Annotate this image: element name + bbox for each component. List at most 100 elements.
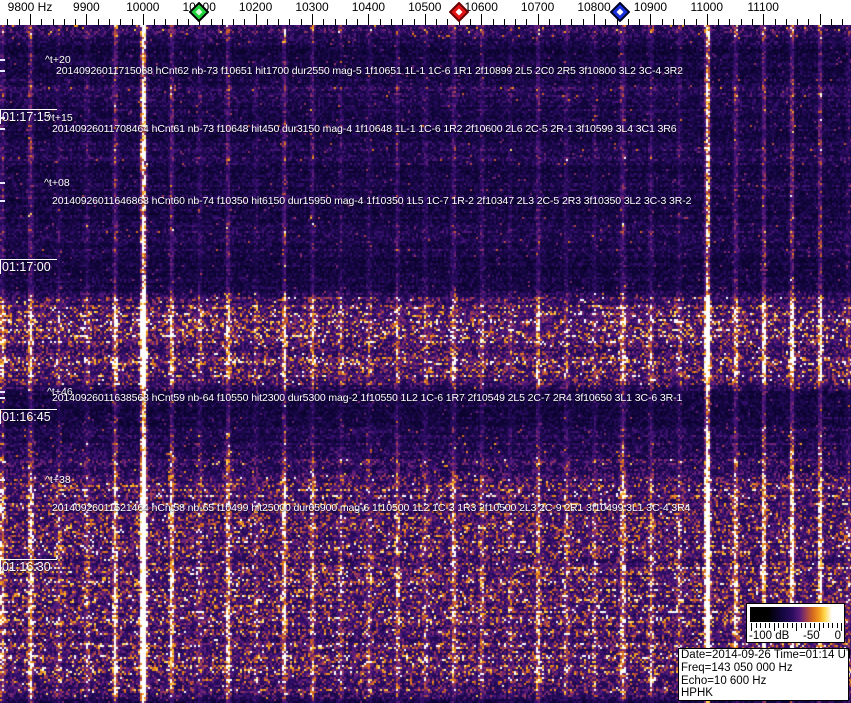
freq-minor-tick xyxy=(52,19,54,25)
freq-axis-label: 10000 xyxy=(126,0,160,14)
freq-major-tick xyxy=(706,14,708,25)
freq-minor-tick xyxy=(842,19,844,25)
db-tick xyxy=(760,623,761,628)
time-label: 01:17:00 xyxy=(2,260,51,274)
freq-minor-tick xyxy=(695,19,697,25)
freq-minor-tick xyxy=(266,19,268,25)
freq-minor-tick xyxy=(154,19,156,25)
freq-minor-tick xyxy=(503,19,505,25)
freq-minor-tick xyxy=(560,19,562,25)
db-tick xyxy=(791,623,793,628)
freq-axis-label: 10800 xyxy=(577,0,611,14)
time-tick-bracket xyxy=(0,259,1,274)
annotation-edge-mark xyxy=(0,182,5,184)
freq-minor-tick xyxy=(221,19,223,25)
freq-axis-label: 11000 xyxy=(690,0,724,14)
freq-minor-tick xyxy=(379,19,381,25)
freq-axis-label: 10500 xyxy=(408,0,442,14)
freq-major-tick xyxy=(481,14,483,25)
db-tick xyxy=(796,623,797,631)
info-frequency: Freq=143 050 000 Hz xyxy=(681,661,793,674)
freq-minor-tick xyxy=(402,19,404,25)
blue-marker[interactable] xyxy=(609,1,631,27)
time-tick-bracket xyxy=(0,409,1,424)
db-tick xyxy=(769,623,770,628)
time-label: 01:17:15 xyxy=(2,110,51,124)
db-tick xyxy=(841,623,842,631)
freq-axis-label: 10900 xyxy=(633,0,668,14)
db-label-min: -100 dB xyxy=(749,630,790,642)
freq-major-tick xyxy=(86,14,88,25)
freq-minor-tick xyxy=(244,19,246,25)
freq-minor-tick xyxy=(345,19,347,25)
freq-minor-tick xyxy=(740,19,742,25)
freq-minor-tick xyxy=(729,19,731,25)
annotation-text: 20140926011521464 hCnt58 nb-65 f10499 hi… xyxy=(52,502,691,514)
freq-minor-tick xyxy=(75,19,77,25)
freq-minor-tick xyxy=(515,19,516,25)
green-marker-diamond-icon xyxy=(188,1,210,23)
db-tick xyxy=(827,623,829,628)
freq-minor-tick xyxy=(830,19,832,25)
green-marker[interactable] xyxy=(188,1,210,27)
freq-minor-tick xyxy=(718,19,720,25)
freq-major-tick xyxy=(819,14,821,25)
db-color-scale: -100 dB -50 0 xyxy=(746,603,845,643)
freq-major-tick xyxy=(650,14,652,25)
db-tick xyxy=(832,623,833,628)
info-box: Date=2014-09-26 Time=01:14 UTC Freq=143 … xyxy=(678,648,851,701)
freq-minor-tick xyxy=(797,19,798,25)
freq-major-tick xyxy=(537,14,539,25)
db-tick xyxy=(836,623,838,628)
freq-major-tick xyxy=(142,14,144,25)
color-gradient-bar xyxy=(750,607,841,622)
freq-minor-tick xyxy=(210,19,212,25)
info-date-time: Date=2014-09-26 Time=01:14 UTC xyxy=(681,649,851,661)
annotation-caret: ^t+38 xyxy=(45,474,71,486)
freq-minor-tick xyxy=(548,19,550,25)
info-station: HPHK xyxy=(681,687,713,700)
freq-minor-tick xyxy=(774,19,776,25)
annotation-edge-mark xyxy=(0,391,5,393)
freq-major-tick xyxy=(255,14,257,25)
annotation-edge-mark xyxy=(0,117,5,119)
spectrogram-app-window: 9800 Hz990010000101001020010300104001050… xyxy=(0,0,851,703)
time-label: 01:16:45 xyxy=(2,410,51,424)
db-tick xyxy=(809,623,811,628)
time-tick-bracket xyxy=(0,559,1,574)
red-marker-diamond-icon xyxy=(448,1,470,23)
freq-minor-tick xyxy=(469,19,471,25)
freq-minor-tick xyxy=(571,19,573,25)
freq-minor-tick xyxy=(492,19,494,25)
freq-minor-tick xyxy=(97,19,99,25)
freq-minor-tick xyxy=(391,19,392,25)
db-tick xyxy=(782,623,784,628)
annotation-edge-mark xyxy=(0,200,5,202)
annotation-edge-mark xyxy=(0,397,5,399)
freq-minor-tick xyxy=(582,19,584,25)
freq-minor-tick xyxy=(300,19,302,25)
freq-axis-label: 10700 xyxy=(520,0,555,14)
annotation-edge-mark xyxy=(0,70,5,72)
freq-major-tick xyxy=(594,14,595,25)
red-marker[interactable] xyxy=(448,1,470,27)
freq-minor-tick xyxy=(673,19,674,25)
freq-axis-label: 11100 xyxy=(747,0,779,14)
freq-minor-tick xyxy=(41,19,43,25)
freq-major-tick xyxy=(312,14,313,25)
freq-axis-label: 9900 xyxy=(73,0,100,14)
freq-minor-tick xyxy=(526,19,528,25)
freq-minor-tick xyxy=(131,19,133,25)
freq-major-tick xyxy=(368,14,370,25)
freq-minor-tick xyxy=(413,19,415,25)
db-tick xyxy=(764,623,766,628)
freq-major-tick xyxy=(424,14,426,25)
freq-minor-tick xyxy=(357,19,359,25)
db-tick xyxy=(823,623,824,628)
annotation-text: 20140926011646868 hCnt60 nb-74 f10350 hi… xyxy=(52,195,692,207)
info-echo: Echo=10 600 Hz xyxy=(681,674,767,687)
freq-minor-tick xyxy=(109,19,110,25)
annotation-text: 20140926011638568 hCnt59 nb-64 f10550 hi… xyxy=(52,392,683,404)
freq-axis-label: 9800 Hz xyxy=(7,0,53,14)
freq-minor-tick xyxy=(63,19,65,25)
